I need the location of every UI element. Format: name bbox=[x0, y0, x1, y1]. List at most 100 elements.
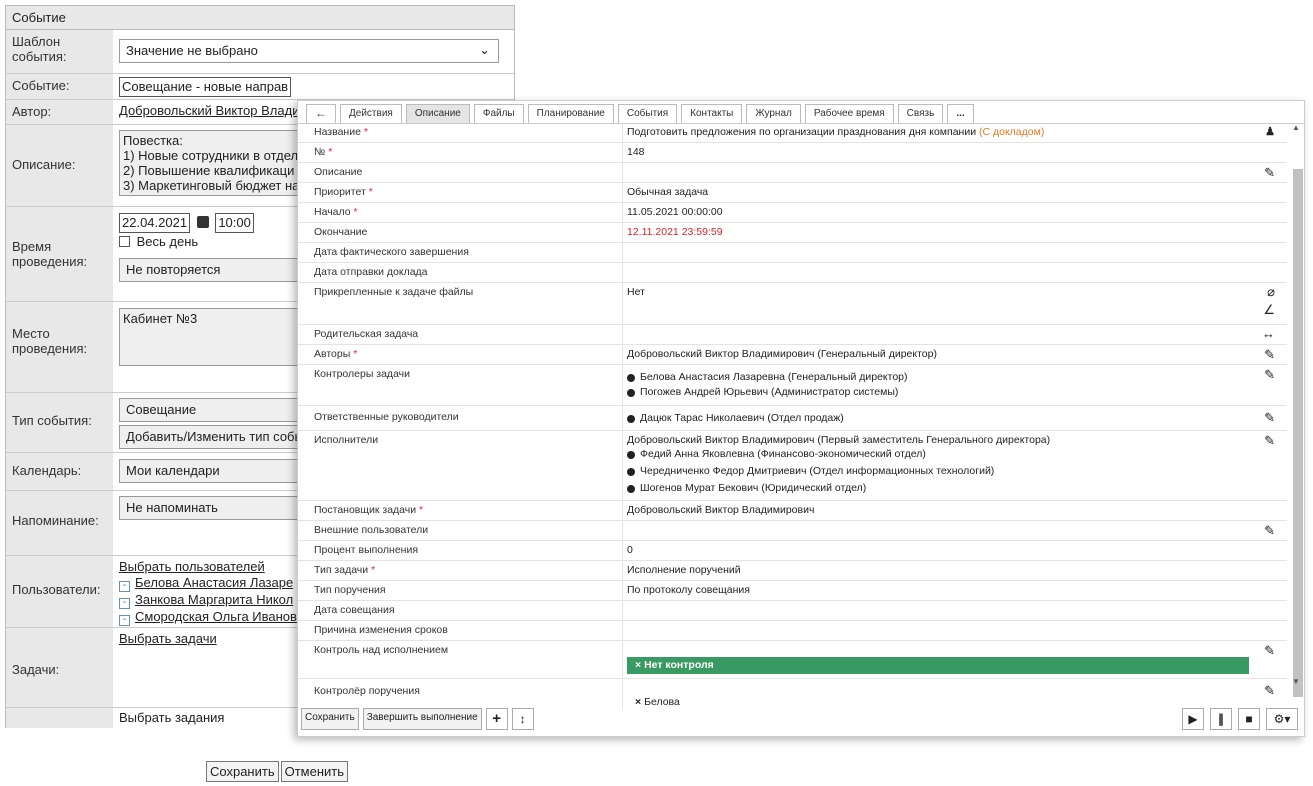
pencil-icon[interactable]: ✎ bbox=[1264, 410, 1275, 426]
name-extra: (С докладом) bbox=[979, 126, 1045, 138]
files-key: Прикрепленные к задаче файлы bbox=[314, 286, 474, 298]
tab-planning[interactable]: Планирование bbox=[527, 104, 614, 123]
end-key: Окончание bbox=[314, 226, 368, 238]
person-item: Чередниченко Федор Дмитриевич (Отдел инф… bbox=[627, 464, 1281, 479]
vertical-scrollbar[interactable]: ▲ ▼ bbox=[1290, 123, 1303, 697]
pencil-icon[interactable]: ✎ bbox=[1264, 523, 1275, 539]
report-date-key: Дата отправки доклада bbox=[314, 266, 428, 278]
person-item: Погожев Андрей Юрьевич (Администратор си… bbox=[627, 385, 1281, 400]
template-label: Шаблон события: bbox=[6, 30, 113, 73]
pencil-icon[interactable]: ✎ bbox=[1264, 683, 1275, 699]
link-arrows-icon[interactable]: ↔ bbox=[1262, 326, 1275, 341]
task-type-value: Исполнение поручений bbox=[622, 561, 1287, 580]
order-controller-key: Контролёр поручения bbox=[314, 685, 420, 697]
users-label: Пользователи: bbox=[6, 556, 113, 627]
pencil-icon[interactable]: ✎ bbox=[1264, 367, 1275, 383]
tab-link[interactable]: Связь bbox=[897, 104, 944, 123]
template-select[interactable]: Значение не выбрано ⌄ bbox=[119, 39, 499, 63]
controllers-key: Контролеры задачи bbox=[314, 368, 411, 380]
tab-contacts[interactable]: Контакты bbox=[681, 104, 743, 123]
chevron-down-icon: ⌄ bbox=[479, 42, 490, 57]
reason-key: Причина изменения сроков bbox=[314, 624, 448, 636]
person-icon bbox=[627, 388, 635, 397]
select-users-link[interactable]: Выбрать пользователей bbox=[119, 559, 265, 574]
actual-completion-key: Дата фактического завершения bbox=[314, 246, 469, 258]
person-item: Шогенов Мурат Бекович (Юридический отдел… bbox=[627, 481, 1281, 496]
description-textarea[interactable]: Повестка: 1) Новые сотрудники в отдел 2)… bbox=[119, 130, 319, 196]
select-tasks-link[interactable]: Выбрать задачи bbox=[119, 631, 217, 646]
scrollbar-thumb[interactable] bbox=[1293, 169, 1303, 697]
start-value: 11.05.2021 00:00:00 bbox=[622, 203, 1287, 222]
allday-checkbox[interactable] bbox=[119, 236, 130, 247]
author-label: Автор: bbox=[6, 100, 113, 124]
percent-key: Процент выполнения bbox=[314, 544, 419, 556]
dialog-footer: Сохранить Завершить выполнение + ↕ bbox=[301, 708, 534, 730]
remove-icon[interactable]: - bbox=[119, 598, 130, 609]
pencil-icon[interactable]: ✎ bbox=[1264, 165, 1275, 181]
pencil-icon[interactable]: ✎ bbox=[1264, 643, 1275, 659]
place-label: Место проведения: bbox=[6, 302, 113, 392]
remove-icon[interactable]: - bbox=[119, 581, 130, 592]
setter-value: Добровольский Виктор Владимирович bbox=[622, 501, 1287, 520]
play-icon[interactable]: ▶ bbox=[1182, 708, 1204, 730]
calendar-icon[interactable] bbox=[196, 216, 209, 228]
start-key: Начало bbox=[314, 206, 351, 218]
percent-value: 0 bbox=[622, 541, 1287, 560]
add-icon[interactable]: + bbox=[485, 708, 508, 730]
close-icon[interactable]: × bbox=[635, 659, 641, 671]
task-dialog: ← Действия Описание Файлы Планирование С… bbox=[297, 100, 1305, 737]
date-input[interactable]: 22.04.2021 bbox=[119, 213, 191, 233]
pencil-icon[interactable]: ✎ bbox=[1264, 347, 1275, 363]
author-link[interactable]: Добровольский Виктор Влади bbox=[119, 103, 299, 118]
person-icon bbox=[627, 373, 635, 382]
expand-vertical-icon[interactable]: ↕ bbox=[511, 708, 534, 730]
task-properties-grid: Название * Подготовить предложения по ор… bbox=[298, 123, 1287, 709]
tab-actions[interactable]: Действия bbox=[340, 104, 402, 123]
tab-bar: ← Действия Описание Файлы Планирование С… bbox=[306, 104, 978, 123]
tab-journal[interactable]: Журнал bbox=[746, 104, 801, 123]
finish-execution-button[interactable]: Завершить выполнение bbox=[362, 708, 482, 730]
event-name-input[interactable]: Совещание - новые направ bbox=[119, 77, 292, 97]
edit-line-icon[interactable]: ∠ bbox=[1263, 302, 1275, 318]
person-icon bbox=[627, 467, 635, 476]
tasks-label: Задачи: bbox=[6, 628, 113, 707]
scroll-down-icon[interactable]: ▼ bbox=[1292, 677, 1300, 686]
end-value: 12.11.2021 23:59:59 bbox=[622, 223, 1287, 242]
tab-events[interactable]: События bbox=[617, 104, 678, 123]
tab-more[interactable]: ... bbox=[947, 104, 974, 123]
form-save-button[interactable]: Сохранить bbox=[206, 761, 279, 782]
settings-dropdown-icon[interactable]: ⚙▾ bbox=[1266, 708, 1298, 730]
select-assignments-link[interactable]: Выбрать задания bbox=[119, 710, 224, 725]
back-arrow-icon[interactable]: ← bbox=[306, 104, 336, 123]
tab-files[interactable]: Файлы bbox=[473, 104, 524, 123]
no-control-badge[interactable]: × Нет контроля bbox=[627, 657, 1249, 674]
task-type-key: Тип задачи bbox=[314, 564, 369, 576]
person-item: Дацюк Тарас Николаевич (Отдел продаж) bbox=[627, 411, 1281, 426]
person-item: Белова Анастасия Лазаревна (Генеральный … bbox=[627, 370, 1281, 385]
executor-main: Добровольский Виктор Владимирович (Первы… bbox=[627, 434, 1051, 446]
responsible-key: Ответственные руководители bbox=[314, 411, 459, 423]
form-cancel-button[interactable]: Отменить bbox=[280, 761, 349, 782]
control-key: Контроль над исполнением bbox=[314, 644, 449, 656]
scroll-up-icon[interactable]: ▲ bbox=[1292, 123, 1300, 132]
time-input[interactable]: 10:00 bbox=[215, 213, 254, 233]
description-label: Описание: bbox=[6, 125, 113, 206]
pencil-icon[interactable]: ✎ bbox=[1264, 433, 1275, 449]
stop-icon[interactable]: ■ bbox=[1238, 708, 1260, 730]
user-group-icon[interactable]: ♟ bbox=[1265, 125, 1275, 138]
paperclip-icon[interactable]: ⌀ bbox=[1267, 284, 1275, 300]
number-value: 148 bbox=[622, 143, 1287, 162]
dialog-save-button[interactable]: Сохранить bbox=[301, 708, 359, 730]
reminder-label: Напоминание: bbox=[6, 491, 113, 555]
pause-icon[interactable]: ∥ bbox=[1210, 708, 1232, 730]
time-label: Время проведения: bbox=[6, 207, 113, 301]
tab-description[interactable]: Описание bbox=[405, 104, 470, 123]
person-icon bbox=[627, 484, 635, 493]
setter-key: Постановщик задачи bbox=[314, 504, 417, 516]
name-value: Подготовить предложения по организации п… bbox=[627, 126, 977, 138]
close-icon[interactable]: × bbox=[635, 696, 641, 708]
tab-worktime[interactable]: Рабочее время bbox=[804, 104, 894, 123]
remove-icon[interactable]: - bbox=[119, 615, 130, 626]
priority-value: Обычная задача bbox=[622, 183, 1287, 202]
number-key: № bbox=[314, 146, 326, 158]
